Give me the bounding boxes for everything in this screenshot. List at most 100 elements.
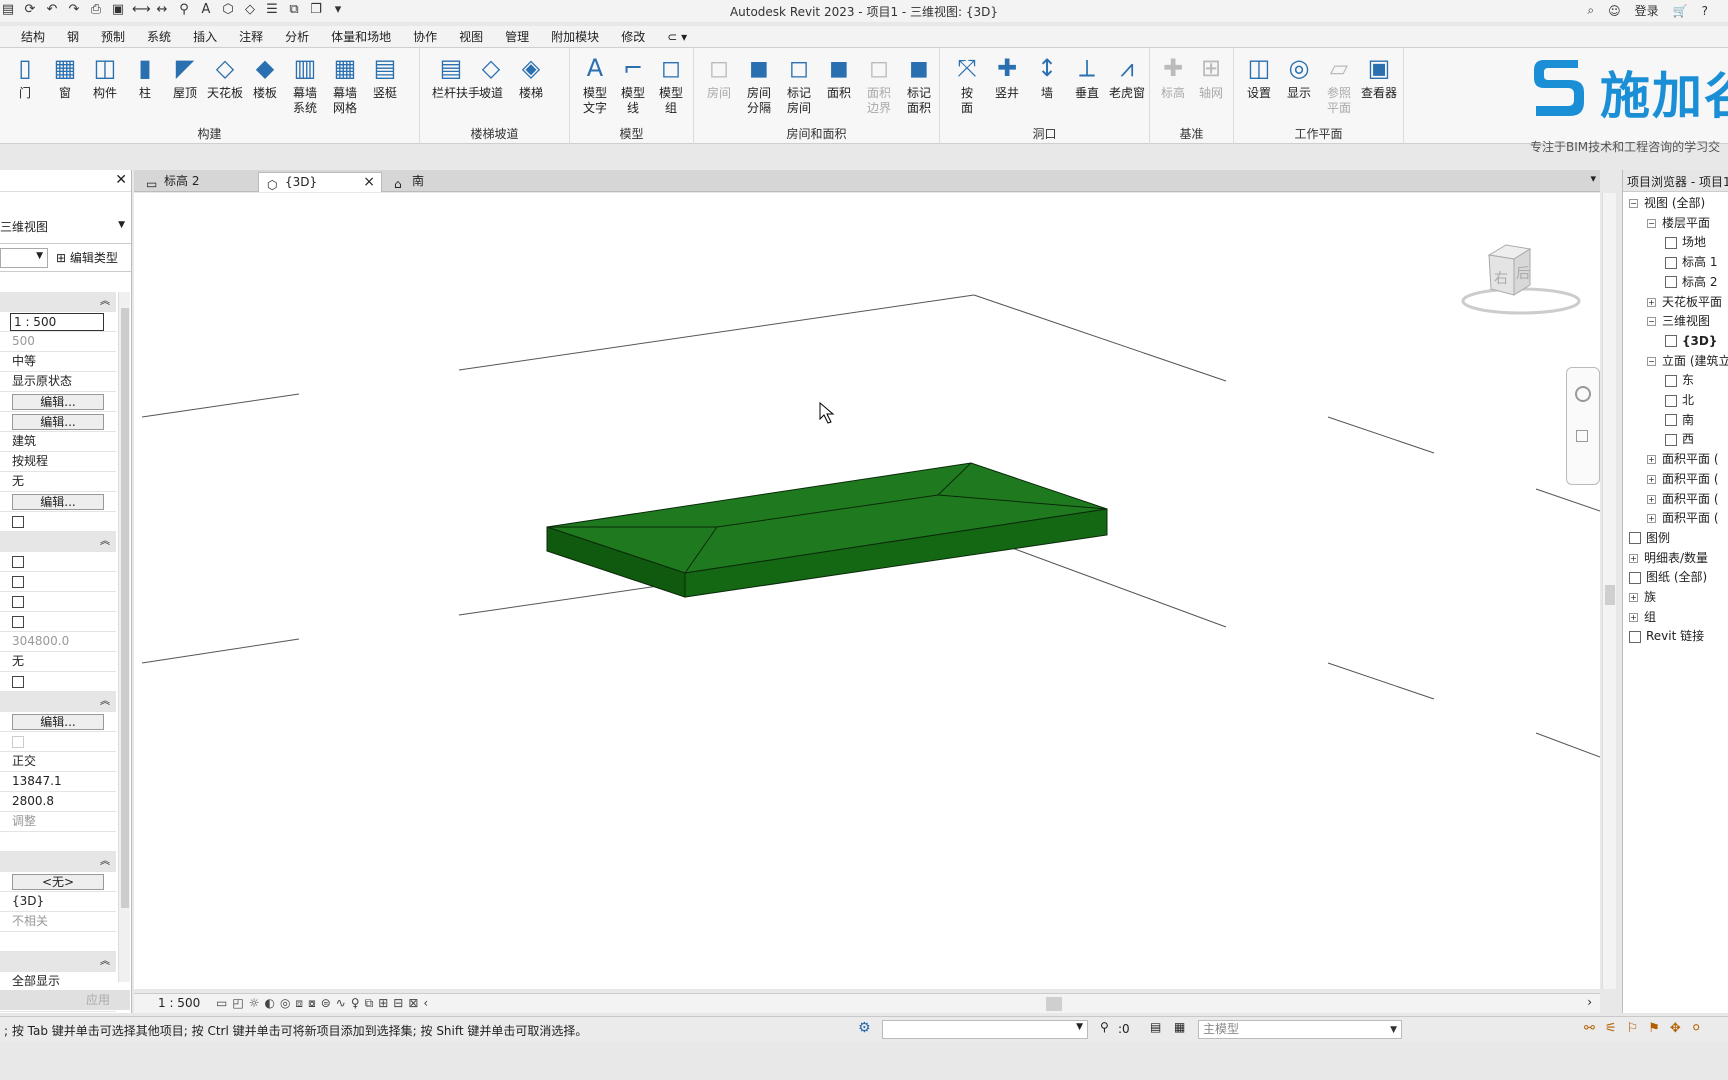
- ribbon-tab-11[interactable]: 附加模块: [540, 26, 610, 48]
- tab-list-icon[interactable]: ▾: [1590, 172, 1596, 185]
- viewcube[interactable]: 右 后: [1461, 244, 1581, 315]
- section-icon[interactable]: ◇: [242, 2, 258, 18]
- ribbon-button-opening-1[interactable]: ✚ 竖井: [988, 52, 1026, 101]
- ribbon-tab-9[interactable]: 视图: [448, 26, 494, 48]
- ribbon-tab-6[interactable]: 分析: [274, 26, 320, 48]
- expand-icon[interactable]: +: [1629, 553, 1638, 563]
- ribbon-button-workplane-3[interactable]: ▣ 查看器: [1360, 52, 1398, 101]
- render-icon[interactable]: ◎: [280, 996, 290, 1011]
- active-model-dropdown[interactable]: 主模型 ▼: [1198, 1020, 1402, 1039]
- property-section-header[interactable]: ︽: [0, 952, 116, 972]
- workset-dropdown[interactable]: ▼: [882, 1020, 1088, 1039]
- ribbon-button-room-5[interactable]: ◼ 标记 面积: [900, 52, 938, 116]
- canvas-vertical-scrollbar[interactable]: [1602, 193, 1616, 989]
- browser-node[interactable]: − 三维视图: [1647, 312, 1710, 330]
- viewcube-compass-ring[interactable]: [1461, 287, 1581, 315]
- ribbon-button-build-5[interactable]: ◇ 天花板: [206, 52, 244, 101]
- ribbon-button-workplane-1[interactable]: ◎ 显示: [1280, 52, 1318, 101]
- expand-icon[interactable]: +: [1647, 494, 1656, 504]
- measure-icon[interactable]: ⟷: [132, 2, 151, 18]
- browser-node[interactable]: + 天花板平面: [1647, 293, 1722, 311]
- ribbon-button-build-7[interactable]: ▥ 幕墙 系统: [286, 52, 324, 116]
- ribbon-tab-5[interactable]: 注释: [228, 26, 274, 48]
- browser-node[interactable]: + 族: [1629, 588, 1656, 606]
- scroll-right-icon[interactable]: ›: [1587, 995, 1592, 1009]
- horizontal-scrollbar-thumb[interactable]: [1046, 997, 1062, 1011]
- property-value[interactable]: 按规程: [12, 454, 48, 468]
- property-edit-button[interactable]: 编辑...: [12, 414, 104, 430]
- switch-windows-icon[interactable]: ❐: [308, 2, 324, 18]
- user-icon[interactable]: ☺: [1608, 4, 1621, 18]
- save-icon[interactable]: ▤: [0, 2, 16, 18]
- collapse-icon[interactable]: −: [1629, 199, 1638, 208]
- property-checkbox[interactable]: [12, 595, 24, 608]
- ribbon-tab-2[interactable]: 预制: [90, 26, 136, 48]
- browser-node[interactable]: + 面积平面 (: [1647, 509, 1719, 527]
- ribbon-button-stairs-0[interactable]: ▤ 栏杆扶手: [432, 52, 480, 101]
- ribbon-button-room-2[interactable]: ◻ 标记 房间: [780, 52, 818, 116]
- scrollbar-thumb[interactable]: [1605, 585, 1615, 605]
- property-value[interactable]: 无: [12, 654, 24, 668]
- browser-node[interactable]: 北: [1665, 391, 1694, 409]
- property-checkbox[interactable]: [12, 575, 24, 588]
- ribbon-button-model-0[interactable]: A 模型 文字: [576, 52, 614, 116]
- filter-funnel-icon[interactable]: ⚪: [1691, 1021, 1702, 1036]
- property-section-header[interactable]: ︽: [0, 692, 116, 712]
- show-crop-icon[interactable]: ⧇: [308, 996, 316, 1011]
- print-icon[interactable]: ⎙: [88, 2, 104, 18]
- ribbon-button-build-6[interactable]: ◆ 楼板: [246, 52, 284, 101]
- lock-view-icon[interactable]: ⊜: [321, 996, 331, 1011]
- worksets-icon[interactable]: ⚙: [858, 1020, 871, 1036]
- sun-path-icon[interactable]: ☼: [249, 996, 260, 1011]
- browser-node[interactable]: 图纸 (全部): [1629, 568, 1707, 586]
- property-value[interactable]: 显示原状态: [12, 374, 72, 388]
- ribbon-button-opening-3[interactable]: ⟂ 垂直: [1068, 52, 1106, 101]
- close-hidden-icon[interactable]: ⧉: [286, 2, 302, 18]
- browser-node[interactable]: 南: [1665, 411, 1694, 429]
- ribbon-button-build-0[interactable]: ▯ 门: [6, 52, 44, 101]
- shadows-icon[interactable]: ◐: [264, 996, 274, 1011]
- property-edit-button[interactable]: 编辑...: [12, 394, 104, 410]
- property-value[interactable]: 13847.1: [12, 774, 62, 788]
- view-tab-2[interactable]: ⌂ 南: [386, 172, 446, 192]
- close-icon[interactable]: ✕: [115, 172, 127, 188]
- ribbon-button-room-1[interactable]: ◼ 房间 分隔: [740, 52, 778, 116]
- ribbon-button-room-4[interactable]: ◻ 面积 边界: [860, 52, 898, 116]
- ribbon-button-build-8[interactable]: ▦ 幕墙 网格: [326, 52, 364, 116]
- ribbon-button-build-4[interactable]: ◤ 屋顶: [166, 52, 204, 101]
- ribbon-button-stairs-2[interactable]: ◈ 楼梯: [512, 52, 550, 101]
- property-edit-button[interactable]: 编辑...: [12, 494, 104, 510]
- ribbon-button-workplane-0[interactable]: ◫ 设置: [1240, 52, 1278, 101]
- tag-icon[interactable]: ⚲: [176, 2, 192, 18]
- zoom-icon[interactable]: [1576, 430, 1588, 442]
- ribbon-tab-1[interactable]: 钢: [56, 26, 90, 48]
- collapse-icon[interactable]: −: [1647, 356, 1656, 366]
- pdf-icon[interactable]: ▣: [110, 2, 126, 18]
- binoculars-icon[interactable]: ⌕: [1587, 3, 1594, 18]
- select-underlay-icon[interactable]: ⚟: [1605, 1021, 1617, 1036]
- browser-node[interactable]: 图例: [1629, 529, 1670, 547]
- analytical-model-icon[interactable]: ⊞: [378, 996, 388, 1011]
- browser-node[interactable]: + 面积平面 (: [1647, 450, 1719, 468]
- dimension-icon[interactable]: ↔: [154, 2, 170, 18]
- view-scale[interactable]: 1 : 500: [158, 996, 200, 1010]
- apply-button[interactable]: 应用: [0, 990, 130, 1010]
- property-section-header[interactable]: ︽: [0, 292, 116, 312]
- editable-only-icon[interactable]: ▤: [1150, 1020, 1161, 1034]
- close-tab-icon[interactable]: ×: [363, 173, 375, 192]
- ribbon-tab-0[interactable]: 结构: [10, 26, 56, 48]
- ribbon-button-build-1[interactable]: ▦ 窗: [46, 52, 84, 101]
- property-value[interactable]: 全部显示: [12, 974, 60, 988]
- ribbon-button-datum-1[interactable]: ⊞ 轴网: [1192, 52, 1230, 101]
- ribbon-button-build-2[interactable]: ◫ 构件: [86, 52, 124, 101]
- properties-scrollbar[interactable]: [118, 292, 130, 982]
- property-value[interactable]: 正交: [12, 754, 36, 768]
- ribbon-button-opening-2[interactable]: ↕ 墙: [1028, 52, 1066, 101]
- expand-icon[interactable]: +: [1647, 455, 1656, 465]
- browser-node[interactable]: + 组: [1629, 608, 1656, 626]
- view-scale-field[interactable]: 1 : 500: [10, 313, 104, 331]
- type-selector[interactable]: 三维视图 ▼: [0, 192, 131, 244]
- collapse-icon[interactable]: ︽: [100, 532, 110, 551]
- view-tab-0[interactable]: ▭ 标高 2: [138, 172, 254, 192]
- scrollbar-thumb[interactable]: [121, 308, 129, 908]
